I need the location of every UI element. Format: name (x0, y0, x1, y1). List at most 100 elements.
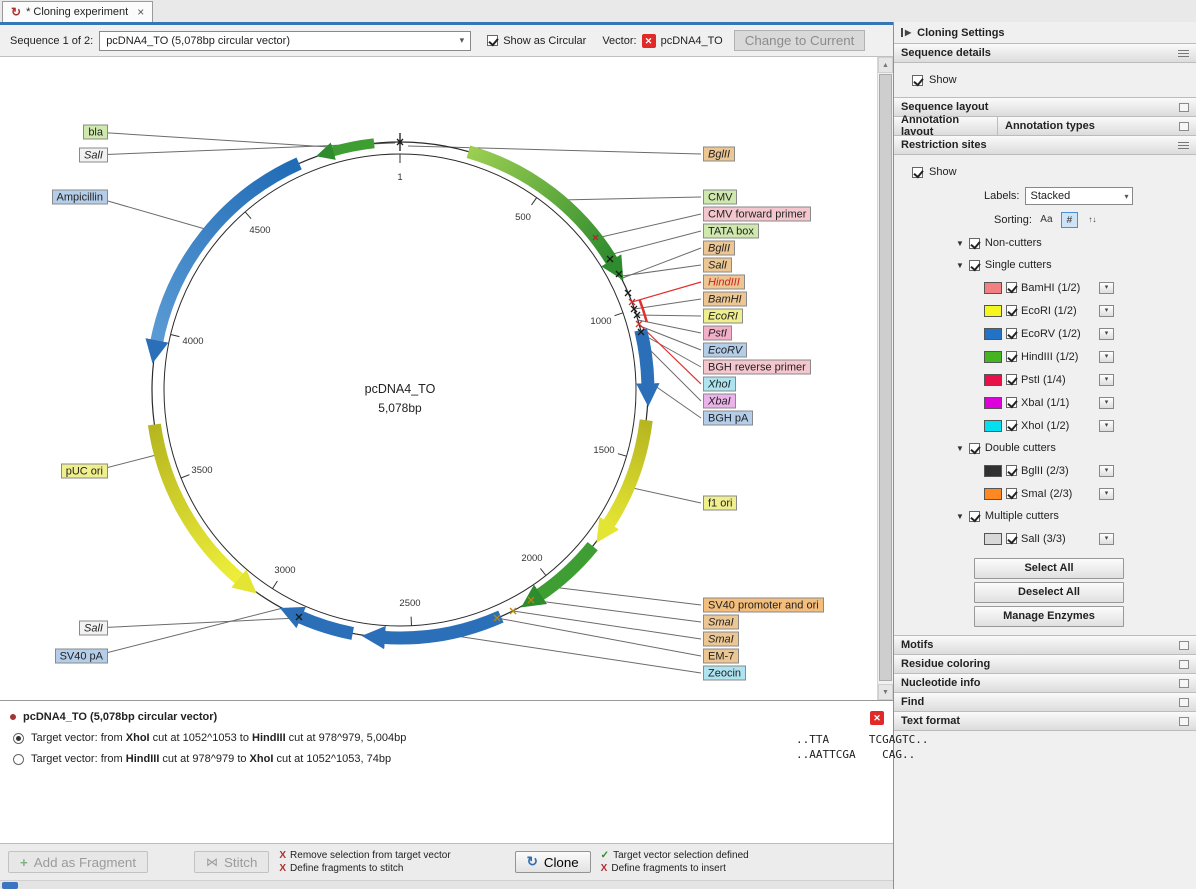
enzyme-color-swatch[interactable] (984, 351, 1002, 363)
expand-arrow-icon[interactable]: ▼ (956, 239, 964, 248)
map-label-ecorv[interactable]: EcoRV (703, 343, 747, 358)
radio-option-2[interactable] (13, 754, 24, 765)
show-checkbox[interactable] (912, 75, 923, 86)
enzyme-checkbox[interactable] (1006, 282, 1017, 293)
map-label-em7[interactable]: EM-7 (703, 649, 739, 664)
section-collapsed-icon[interactable] (1179, 698, 1189, 707)
deselect-all-button[interactable]: Deselect All (974, 582, 1124, 603)
enzyme-color-swatch[interactable] (984, 282, 1002, 294)
section-collapsed-icon[interactable] (1179, 103, 1189, 112)
expand-arrow-icon[interactable]: ▼ (956, 512, 964, 521)
section-expanded-icon[interactable] (1178, 50, 1189, 51)
map-label-tata-box[interactable]: TATA box (703, 224, 759, 239)
map-label-ampicillin[interactable]: Ampicillin (52, 190, 108, 205)
clone-button[interactable]: ↻ Clone (515, 851, 591, 873)
sequence-select[interactable]: pcDNA4_TO (5,078bp circular vector) ▾ (99, 31, 471, 51)
map-label-zeocin[interactable]: Zeocin (703, 666, 746, 681)
group-checkbox[interactable] (969, 511, 980, 522)
group-multiple-cutters[interactable]: ▼ Multiple cutters (894, 505, 1196, 527)
group-checkbox[interactable] (969, 238, 980, 249)
select-all-button[interactable]: Select All (974, 558, 1124, 579)
tab-close-icon[interactable]: × (137, 5, 144, 19)
section-residue-coloring[interactable]: Residue coloring (894, 654, 1196, 674)
enzyme-checkbox[interactable] (1006, 397, 1017, 408)
show-as-circular-toggle[interactable]: Show as Circular (487, 35, 586, 47)
map-label-xbai[interactable]: XbaI (703, 394, 736, 409)
enzyme-color-swatch[interactable] (984, 465, 1002, 477)
stitch-button[interactable]: ⋈ Stitch (194, 851, 269, 873)
group-checkbox[interactable] (969, 260, 980, 271)
map-label-bglii-2[interactable]: BglII (703, 241, 735, 256)
target-vector-option-2[interactable]: Target vector: from HindIII cut at 978^9… (13, 753, 883, 765)
enzyme-dropdown-icon[interactable]: ▾ (1099, 488, 1114, 500)
section-collapsed-icon[interactable] (1179, 122, 1189, 131)
enzyme-color-swatch[interactable] (984, 488, 1002, 500)
radio-option-1[interactable] (13, 733, 24, 744)
enzyme-checkbox[interactable] (1006, 465, 1017, 476)
section-collapsed-icon[interactable] (1179, 641, 1189, 650)
enzyme-color-swatch[interactable] (984, 397, 1002, 409)
section-collapsed-icon[interactable] (1179, 660, 1189, 669)
section-annotation-layout[interactable]: Annotation layout (894, 116, 998, 136)
group-checkbox[interactable] (969, 443, 980, 454)
map-label-psti[interactable]: PstI (703, 326, 732, 341)
enzyme-dropdown-icon[interactable]: ▾ (1099, 533, 1114, 545)
section-annotation-types[interactable]: Annotation types (998, 116, 1196, 136)
section-expanded-icon[interactable] (1178, 142, 1189, 143)
map-label-xhoi[interactable]: XhoI (703, 377, 736, 392)
enzyme-checkbox[interactable] (1006, 305, 1017, 316)
scroll-up-icon[interactable]: ▲ (878, 57, 893, 73)
enzyme-checkbox[interactable] (1006, 328, 1017, 339)
labels-select[interactable]: Stacked ▾ (1025, 187, 1133, 205)
add-as-fragment-button[interactable]: + Add as Fragment (8, 851, 148, 873)
section-nucleotide-info[interactable]: Nucleotide info (894, 673, 1196, 693)
enzyme-dropdown-icon[interactable]: ▾ (1099, 351, 1114, 363)
sort-by-frequency-icon[interactable]: ↑↓ (1084, 212, 1101, 228)
enzyme-checkbox[interactable] (1006, 374, 1017, 385)
enzyme-color-swatch[interactable] (984, 374, 1002, 386)
sidebar-header[interactable]: ▶ Cloning Settings (894, 22, 1196, 44)
tab-cloning-experiment[interactable]: ↻ * Cloning experiment × (2, 1, 153, 22)
enzyme-color-swatch[interactable] (984, 305, 1002, 317)
enzyme-checkbox[interactable] (1006, 488, 1017, 499)
map-label-smai-1[interactable]: SmaI (703, 615, 739, 630)
enzyme-dropdown-icon[interactable]: ▾ (1099, 328, 1114, 340)
section-restriction-sites[interactable]: Restriction sites (894, 135, 1196, 155)
enzyme-dropdown-icon[interactable]: ▾ (1099, 420, 1114, 432)
enzyme-color-swatch[interactable] (984, 328, 1002, 340)
target-vector-option-1[interactable]: Target vector: from XhoI cut at 1052^105… (13, 732, 883, 744)
sort-alphabetical-icon[interactable]: Aa (1038, 212, 1055, 228)
map-label-bla[interactable]: bla (83, 125, 108, 140)
vertical-scrollbar[interactable]: ▲ ▼ (877, 57, 893, 700)
expand-arrow-icon[interactable]: ▼ (956, 444, 964, 453)
map-label-ecori[interactable]: EcoRI (703, 309, 743, 324)
map-label-bgh-reverse-primer[interactable]: BGH reverse primer (703, 360, 811, 375)
enzyme-dropdown-icon[interactable]: ▾ (1099, 282, 1114, 294)
group-double-cutters[interactable]: ▼ Double cutters (894, 437, 1196, 459)
map-label-smai-2[interactable]: SmaI (703, 632, 739, 647)
map-label-bgh-pa[interactable]: BGH pA (703, 411, 753, 426)
scrollbar-thumb[interactable] (879, 74, 892, 681)
section-collapsed-icon[interactable] (1179, 679, 1189, 688)
section-text-format[interactable]: Text format (894, 711, 1196, 731)
sequence-details-show-toggle[interactable]: Show (894, 68, 1196, 92)
enzyme-dropdown-icon[interactable]: ▾ (1099, 305, 1114, 317)
enzyme-checkbox[interactable] (1006, 351, 1017, 362)
map-label-sv40-promoter[interactable]: SV40 promoter and ori (703, 598, 824, 613)
change-to-current-button[interactable]: Change to Current (734, 30, 866, 51)
section-collapsed-icon[interactable] (1179, 717, 1189, 726)
section-find[interactable]: Find (894, 692, 1196, 712)
map-label-sali-3[interactable]: SalI (703, 258, 732, 273)
enzyme-checkbox[interactable] (1006, 420, 1017, 431)
map-label-sali-1[interactable]: SalI (79, 148, 108, 163)
map-label-sali-2[interactable]: SalI (79, 621, 108, 636)
show-checkbox[interactable] (912, 167, 923, 178)
show-as-circular-checkbox[interactable] (487, 35, 498, 46)
map-label-f1-ori[interactable]: f1 ori (703, 496, 737, 511)
enzyme-dropdown-icon[interactable]: ▾ (1099, 397, 1114, 409)
section-motifs[interactable]: Motifs (894, 635, 1196, 655)
enzyme-dropdown-icon[interactable]: ▾ (1099, 374, 1114, 386)
enzyme-color-swatch[interactable] (984, 533, 1002, 545)
map-label-hindiii[interactable]: HindIII (703, 275, 745, 290)
group-single-cutters[interactable]: ▼ Single cutters (894, 254, 1196, 276)
